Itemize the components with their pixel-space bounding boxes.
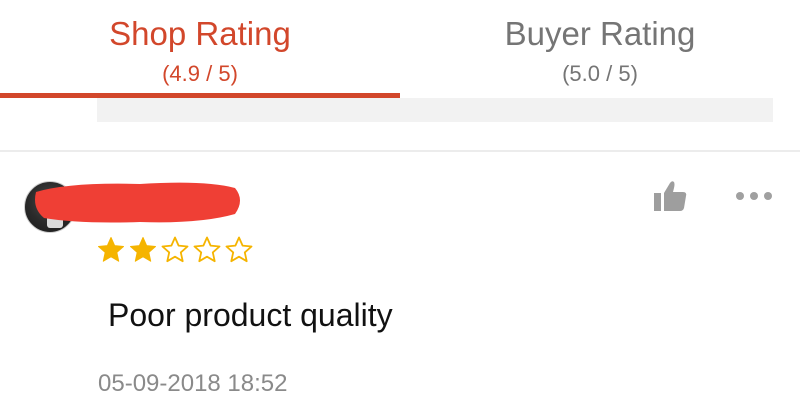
more-options-icon[interactable] xyxy=(734,186,774,206)
thumbs-up-icon[interactable] xyxy=(652,179,690,213)
tab-shop-rating-score: (4.9 / 5) xyxy=(162,61,238,86)
redacted-username xyxy=(35,182,240,223)
tab-buyer-rating[interactable]: Buyer Rating (5.0 / 5) xyxy=(400,0,800,98)
tab-buyer-rating-label: Buyer Rating xyxy=(504,15,696,52)
star-icon-empty xyxy=(161,236,189,264)
star-icon-filled xyxy=(129,236,157,264)
tab-shop-rating[interactable]: Shop Rating (4.9 / 5) xyxy=(0,0,400,98)
star-icon-filled xyxy=(97,236,125,264)
star-icon-empty xyxy=(225,236,253,264)
review-text: Poor product quality xyxy=(108,297,393,333)
rating-tabs: Shop Rating (4.9 / 5) Buyer Rating (5.0 … xyxy=(0,0,800,98)
star-icon-empty xyxy=(193,236,221,264)
filter-bar-placeholder xyxy=(97,98,773,122)
review-timestamp: 05-09-2018 18:52 xyxy=(98,370,288,397)
tab-shop-rating-label: Shop Rating xyxy=(109,15,291,52)
tab-buyer-rating-score: (5.0 / 5) xyxy=(562,61,638,86)
